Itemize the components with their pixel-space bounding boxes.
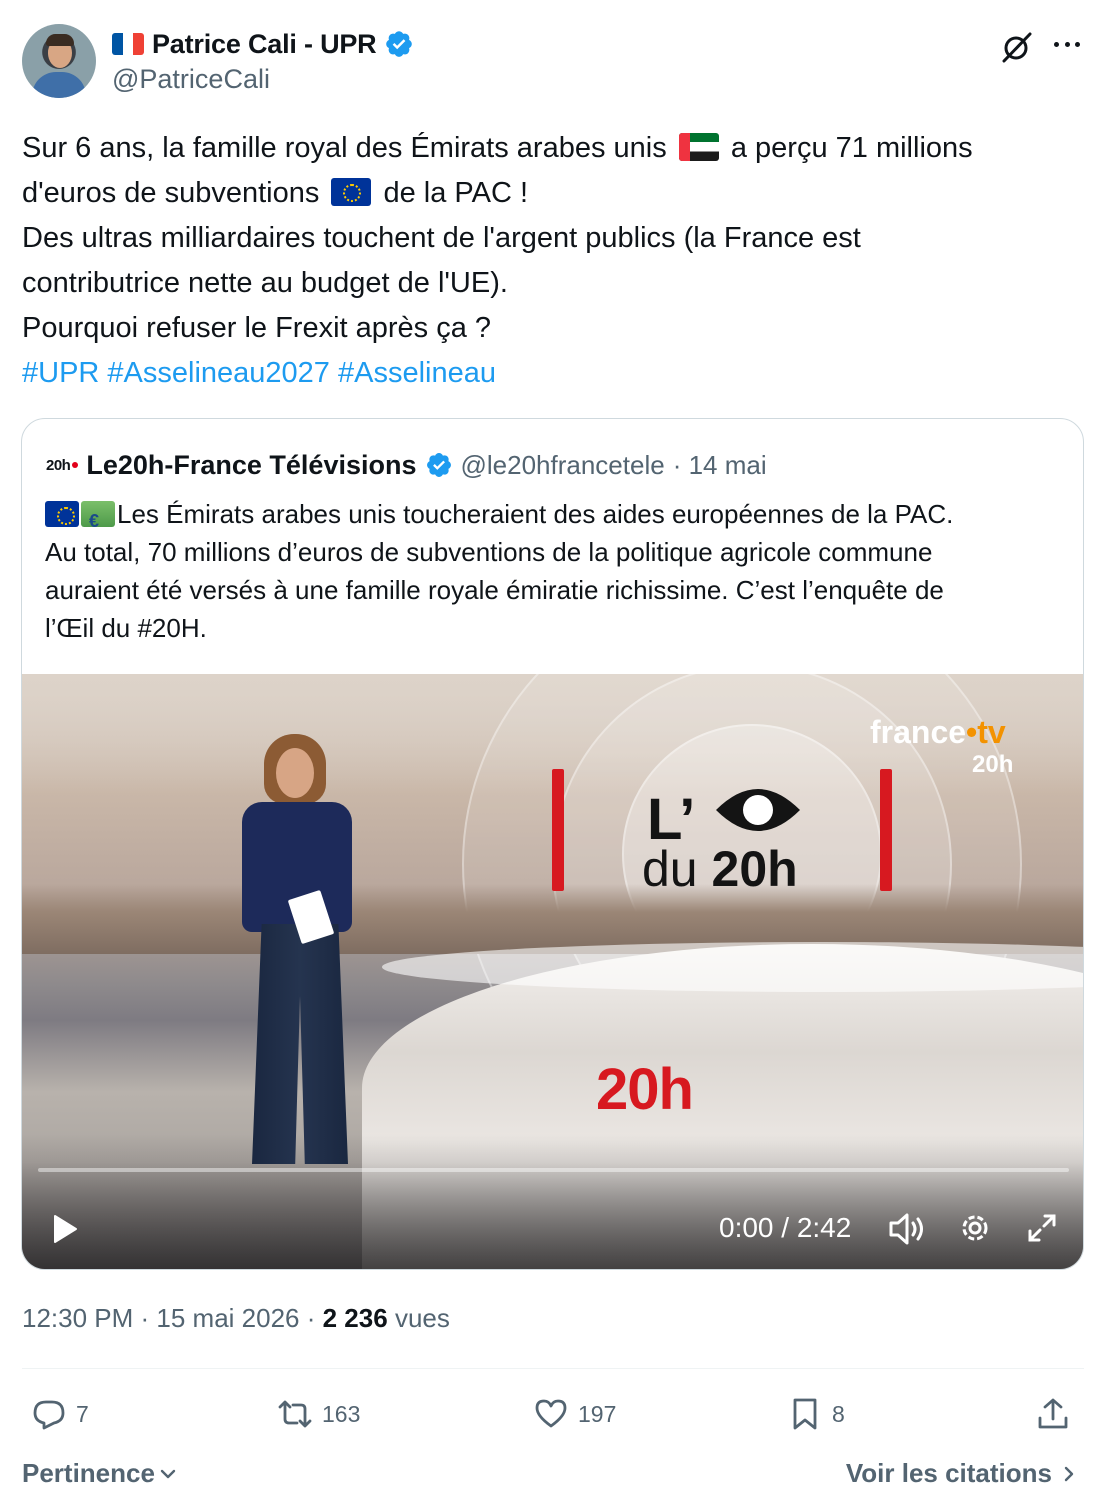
eye-logo-icon [716,789,800,831]
gear-icon[interactable] [958,1211,992,1245]
tweet-text: Sur 6 ans, la famille royal des Émirats … [22,126,1088,396]
chevron-right-icon [1064,1466,1074,1481]
quoted-line-1: Les Émirats arabes unis toucheraient des… [45,495,1065,533]
tweet-line-5: Pourquoi refuser le Frexit après ça ? [22,312,492,344]
show-title-du-20h: du 20h [642,841,798,897]
video-time: 0:00 / 2:42 [719,1212,852,1243]
divider [22,1368,1084,1369]
desk-logo: 20h [596,1057,694,1122]
verified-badge-icon [386,31,413,57]
reply-button[interactable]: 7 [32,1394,89,1434]
tweet-meta: 12:30 PM · 15 mai 2026 · 2 236 vues [22,1303,450,1334]
like-count: 197 [578,1400,617,1427]
presenter-figure [232,734,372,1174]
quoted-tweet-header: 20h Le20h-France Télévisions @le20hfranc… [46,449,767,481]
share-icon [1038,1398,1068,1429]
author-name-row[interactable]: Patrice Cali - UPR [112,26,414,62]
author-display-name[interactable]: Patrice Cali - UPR [152,29,377,60]
bookmark-button[interactable]: 8 [788,1394,845,1434]
heart-icon [535,1399,567,1428]
tweet-header: Patrice Cali - UPR @PatriceCali [22,24,1084,102]
action-bar: 7 163 197 8 [22,1390,1084,1440]
tweet-line-4: contributrice nette au budget de l'UE). [22,267,508,299]
play-icon[interactable] [52,1214,78,1244]
video-player[interactable]: L’ du 20h france•tv 20h 20h 0:00 / 2:42 [22,674,1083,1269]
eu-flag-icon [45,501,79,527]
view-quotes-link[interactable]: Voir les citations [846,1458,1078,1489]
tweet-hashtags[interactable]: #UPR #Asselineau2027 #Asselineau [22,351,1088,396]
video-controls: 0:00 / 2:42 [22,1162,1083,1269]
tweet-line-3: Des ultras milliardaires touchent de l'a… [22,222,861,254]
sort-dropdown[interactable]: Pertinence [22,1458,177,1489]
verified-badge-icon [426,453,451,477]
more-options-icon[interactable] [1054,42,1080,48]
share-button[interactable] [1036,1394,1070,1434]
like-button[interactable]: 197 [534,1394,616,1434]
quoted-tweet-text: Les Émirats arabes unis toucheraient des… [45,495,1065,647]
france-tv-20h-label: 20h [972,751,1014,778]
fullscreen-icon[interactable] [1027,1213,1057,1243]
author-handle[interactable]: @PatriceCali [112,64,270,95]
red-accent-bar [552,769,564,891]
red-accent-bar [880,769,892,891]
france-tv-logo: france•tv [870,714,1006,750]
repost-button[interactable]: 163 [278,1394,360,1434]
author-avatar[interactable] [22,24,96,98]
quoted-line-4: l’Œil du #20H. [45,613,207,643]
bookmark-count: 8 [832,1400,845,1427]
repost-count: 163 [322,1400,361,1427]
video-progress-bar[interactable] [38,1168,1069,1172]
quoted-author-avatar[interactable]: 20h [46,457,79,474]
volume-icon[interactable] [888,1212,926,1246]
euro-banknote-icon [81,501,115,527]
tweet-line-2: d'euros de subventions de la PAC ! [22,177,529,209]
quoted-tweet-date[interactable]: · 14 mai [673,450,767,481]
quoted-line-2: Au total, 70 millions d’euros de subvent… [45,537,933,567]
quoted-tweet[interactable]: 20h Le20h-France Télévisions @le20hfranc… [21,418,1084,1270]
france-flag-icon [112,33,144,55]
eu-flag-icon [331,178,372,206]
quoted-author-handle[interactable]: @le20hfrancetele [461,450,665,481]
sort-label: Pertinence [22,1458,155,1488]
chevron-down-icon [160,1469,176,1478]
bookmark-icon [793,1398,817,1430]
repost-icon [278,1400,312,1428]
quoted-line-3: auraient été versés à une famille royale… [45,575,944,605]
tweet-timestamp[interactable]: 12:30 PM · 15 mai 2026 · [22,1303,315,1333]
view-label: vues [394,1303,450,1333]
reply-icon [33,1400,65,1430]
view-count: 2 236 [322,1303,388,1333]
reply-count: 7 [76,1400,89,1427]
view-quotes-label: Voir les citations [845,1458,1052,1488]
quoted-author-name[interactable]: Le20h-France Télévisions [86,450,416,481]
grok-icon[interactable] [1000,30,1034,64]
uae-flag-icon [678,133,719,161]
tweet-line-1: Sur 6 ans, la famille royal des Émirats … [22,132,973,164]
